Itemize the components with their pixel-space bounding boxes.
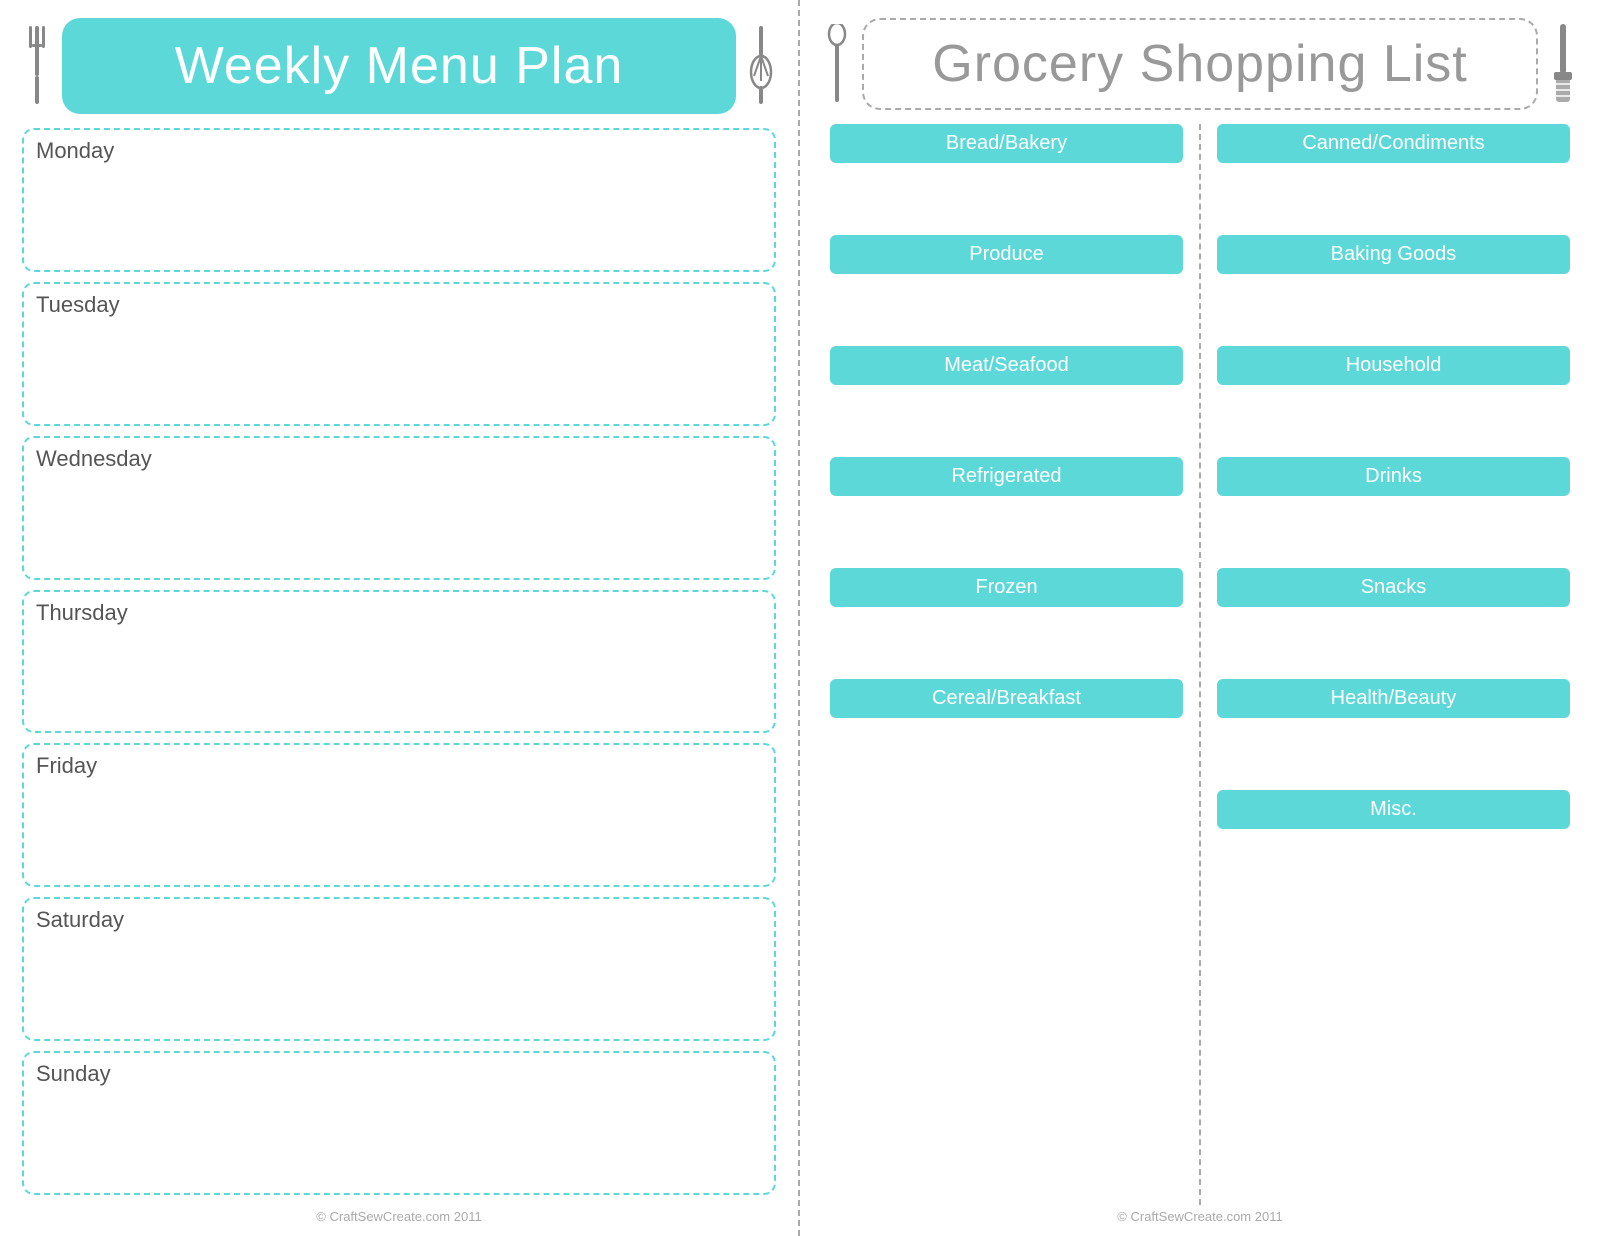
misc-item: Misc.	[1217, 790, 1570, 895]
sunday-box[interactable]: Sunday	[22, 1051, 776, 1195]
grocery-title: Grocery Shopping List	[894, 34, 1506, 94]
drinks-item: Drinks	[1217, 457, 1570, 562]
left-copyright: © CraftSewCreate.com 2011	[22, 1209, 776, 1224]
grocery-col-1: Bread/Bakery Produce Meat/Seafood Refrig…	[822, 124, 1201, 1205]
frozen-item: Frozen	[830, 568, 1183, 673]
meat-seafood-item: Meat/Seafood	[830, 346, 1183, 451]
refrigerated-item: Refrigerated	[830, 457, 1183, 562]
thursday-box[interactable]: Thursday	[22, 590, 776, 734]
monday-label: Monday	[36, 138, 762, 164]
weekly-menu-section: Weekly Menu Plan Monday Tuesday Wednesda…	[0, 0, 800, 1236]
produce-item: Produce	[830, 235, 1183, 340]
tuesday-box[interactable]: Tuesday	[22, 282, 776, 426]
monday-box[interactable]: Monday	[22, 128, 776, 272]
saturday-label: Saturday	[36, 907, 762, 933]
misc-label: Misc.	[1217, 790, 1570, 829]
menu-title-box: Weekly Menu Plan	[62, 18, 736, 114]
tuesday-label: Tuesday	[36, 292, 762, 318]
whisk-icon	[746, 26, 776, 106]
snacks-label: Snacks	[1217, 568, 1570, 607]
baking-goods-label: Baking Goods	[1217, 235, 1570, 274]
household-item: Household	[1217, 346, 1570, 451]
menu-header: Weekly Menu Plan	[22, 18, 776, 114]
health-beauty-item: Health/Beauty	[1217, 679, 1570, 784]
canned-condiments-label: Canned/Condiments	[1217, 124, 1570, 163]
grocery-title-box: Grocery Shopping List	[862, 18, 1538, 110]
drinks-label: Drinks	[1217, 457, 1570, 496]
meat-seafood-label: Meat/Seafood	[830, 346, 1183, 385]
friday-label: Friday	[36, 753, 762, 779]
wednesday-label: Wednesday	[36, 446, 762, 472]
spoon-icon	[822, 24, 852, 104]
sunday-label: Sunday	[36, 1061, 762, 1087]
cereal-breakfast-item: Cereal/Breakfast	[830, 679, 1183, 784]
grocery-col-2: Canned/Condiments Baking Goods Household…	[1201, 124, 1578, 1205]
grocery-columns: Bread/Bakery Produce Meat/Seafood Refrig…	[822, 124, 1578, 1205]
bread-bakery-item: Bread/Bakery	[830, 124, 1183, 229]
health-beauty-label: Health/Beauty	[1217, 679, 1570, 718]
canned-condiments-item: Canned/Condiments	[1217, 124, 1570, 229]
household-label: Household	[1217, 346, 1570, 385]
right-copyright: © CraftSewCreate.com 2011	[822, 1209, 1578, 1224]
snacks-item: Snacks	[1217, 568, 1570, 673]
grocery-header: Grocery Shopping List	[822, 18, 1578, 110]
frozen-label: Frozen	[830, 568, 1183, 607]
cereal-breakfast-label: Cereal/Breakfast	[830, 679, 1183, 718]
thursday-label: Thursday	[36, 600, 762, 626]
refrigerated-label: Refrigerated	[830, 457, 1183, 496]
saturday-box[interactable]: Saturday	[22, 897, 776, 1041]
grocery-section: Grocery Shopping List Bread/Bakery Produ…	[800, 0, 1600, 1236]
menu-title: Weekly Menu Plan	[102, 36, 696, 96]
bread-bakery-label: Bread/Bakery	[830, 124, 1183, 163]
spatula-icon	[1548, 24, 1578, 104]
wednesday-box[interactable]: Wednesday	[22, 436, 776, 580]
produce-label: Produce	[830, 235, 1183, 274]
fork-icon	[22, 26, 52, 106]
friday-box[interactable]: Friday	[22, 743, 776, 887]
baking-goods-item: Baking Goods	[1217, 235, 1570, 340]
